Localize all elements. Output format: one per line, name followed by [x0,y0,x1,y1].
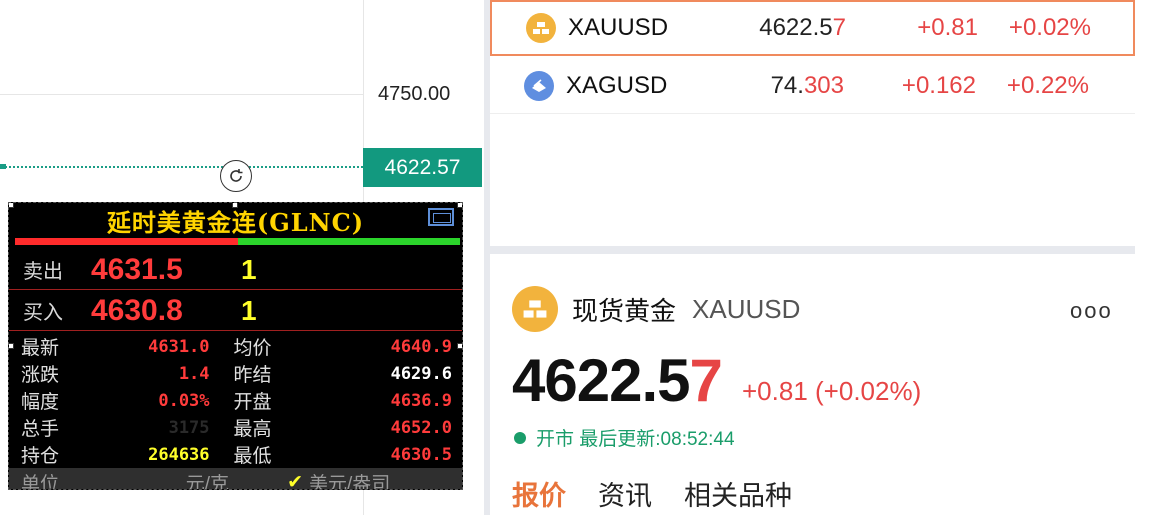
stat-label: 持仓 [21,445,60,467]
percent-change: +0.02% [1008,14,1091,41]
stats-row: 总手 3175 最高 4652.0 [9,414,462,441]
stats-row: 涨跌 1.4 昨结 4629.6 [9,360,462,387]
unit-label: 单位 [21,473,60,490]
sell-row: 卖出 4631.5 1 [9,250,462,290]
symbol: XAGUSD [566,71,668,99]
gold-bar-icon [526,13,556,43]
price-change: +0.162 [901,71,976,99]
stat-value: 4652.0 [390,417,452,438]
stat-value: 4631.0 [148,336,210,357]
stat-label: 涨跌 [21,364,60,386]
instrument-detail: 现货黄金 XAUUSD ooo 4622.57 +0.81 (+0.02%) 开… [490,254,1160,515]
price-change: +0.81 [917,14,978,41]
stat-label: 昨结 [233,364,272,386]
current-price: 4622.57 [512,347,723,414]
stat-label: 均价 [233,337,272,359]
sell-ratio [15,238,238,245]
percent-change: +0.22% [1006,71,1089,99]
window-icon[interactable] [428,208,454,226]
buy-qty: 1 [241,294,257,326]
buy-label: 买入 [23,302,63,324]
current-price-line [0,166,363,168]
symbol: XAUUSD [568,14,669,41]
status-dot-icon [514,431,526,444]
stat-label: 最低 [233,445,272,467]
sell-qty: 1 [241,253,257,285]
stat-label: 幅度 [21,391,60,413]
watchlist: XAUUSD 4622.57 +0.81 +0.02% XAGUSD 74.30… [490,0,1160,246]
instrument-name: 现货黄金 [572,295,677,326]
stat-value: 264636 [148,444,210,465]
buy-sell-ratio-bar [15,238,460,245]
stat-value: 4636.9 [390,390,452,411]
instrument-code: XAUUSD [692,293,801,324]
silver-bar-icon [524,70,554,101]
check-icon: ✔ [287,471,303,490]
stat-value: 0.03% [158,390,210,411]
gold-bar-icon [512,286,558,332]
quote-widget[interactable]: 延时美黄金连(GLNC) 卖出 4631.5 1 买入 4630.8 1 最新 … [8,202,463,490]
tab-related[interactable]: 相关品种 [684,474,792,513]
last-price: 74.303 [770,71,844,99]
tab-quote[interactable]: 报价 [512,474,566,513]
stat-value: 4640.9 [390,336,452,357]
stat-label: 总手 [21,418,60,440]
grid-line [0,94,363,95]
stat-value: 3175 [168,417,210,438]
buy-price: 4630.8 [91,293,183,327]
watchlist-row-xauusd[interactable]: XAUUSD 4622.57 +0.81 +0.02% [490,0,1135,56]
price-chart[interactable]: 4750.00 4622.57 延时美黄金连(GLNC) 卖出 4631.5 1… [0,0,484,515]
stat-label: 最新 [21,337,60,359]
tab-news[interactable]: 资讯 [598,474,652,513]
unit-option-usd-oz[interactable]: 美元/盎司 [309,469,390,490]
stat-label: 开盘 [233,391,272,413]
market-status: 开市 最后更新:08:52:44 [514,424,735,451]
unit-option-cny-gram[interactable]: 元/克 [89,469,229,490]
stat-label: 最高 [233,418,272,440]
stat-value: 4630.5 [390,444,452,465]
stat-value: 4629.6 [390,363,452,384]
instrument-header: 现货黄金 XAUUSD [512,286,800,332]
stats-grid: 最新 4631.0 均价 4640.9 涨跌 1.4 昨结 4629.6 幅度 … [9,333,462,468]
watchlist-row-xagusd[interactable]: XAGUSD 74.303 +0.162 +0.22% [490,58,1135,114]
sell-label: 卖出 [23,261,63,283]
buy-ratio [237,238,460,245]
section-divider [490,246,1135,254]
last-price: 4622.57 [759,14,846,41]
stat-value: 1.4 [178,363,210,384]
stats-row: 持仓 264636 最低 4630.5 [9,441,462,468]
detail-tabs: 报价 资讯 相关品种 [512,474,824,513]
current-price-tag: 4622.57 [363,148,482,187]
buy-row: 买入 4630.8 1 [9,291,462,331]
more-options-icon[interactable]: ooo [1070,298,1113,324]
price-change-summary: +0.81 (+0.02%) [742,376,922,406]
widget-title: 延时美黄金连(GLNC) [106,207,365,237]
status-text: 开市 最后更新:08:52:44 [536,429,735,450]
rotate-handle-icon[interactable] [220,160,252,192]
price-axis-label: 4750.00 [378,83,451,105]
unit-selector[interactable]: 单位 元/克 ✔ 美元/盎司 [9,468,462,490]
stats-row: 幅度 0.03% 开盘 4636.9 [9,387,462,414]
sell-price: 4631.5 [91,252,183,286]
stats-row: 最新 4631.0 均价 4640.9 [9,333,462,360]
